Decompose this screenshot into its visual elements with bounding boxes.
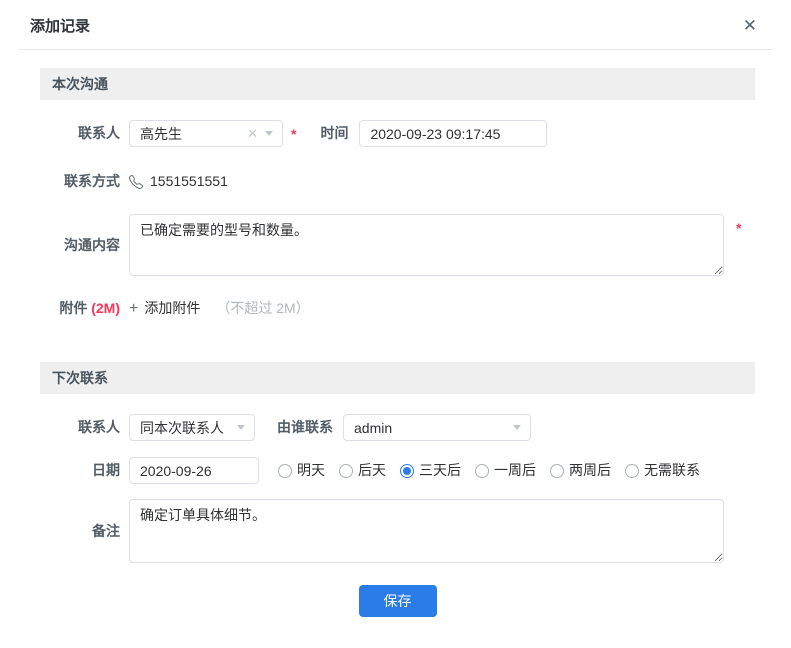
plus-icon: + — [129, 300, 139, 317]
add-attachment-label: 添加附件 — [144, 300, 201, 316]
radio-label: 三天后 — [419, 462, 461, 478]
add-attachment-button[interactable]: + 添加附件 — [129, 295, 200, 322]
row-communication-content: 沟通内容 已确定需要的型号和数量。 * — [40, 214, 755, 276]
date-input[interactable] — [129, 457, 259, 484]
attachment-label-text: 附件 — [59, 300, 88, 316]
next-contact-label: 联系人 — [78, 419, 120, 435]
radio-label: 两周后 — [569, 462, 611, 478]
row-contact-time: 联系人 高先生 ✕ * 时间 — [40, 120, 755, 149]
section-header-next-contact: 下次联系 — [40, 362, 755, 394]
attachment-label: 附件 (2M) — [40, 295, 120, 322]
save-button[interactable]: 保存 — [358, 585, 437, 617]
row-note: 备注 确定订单具体细节。 — [40, 499, 755, 563]
chevron-down-icon — [513, 425, 521, 430]
time-input[interactable] — [359, 120, 548, 147]
radio-label: 明天 — [297, 462, 325, 478]
contact-select[interactable]: 高先生 ✕ — [129, 120, 283, 147]
contact-select-value: 高先生 — [140, 125, 182, 142]
row-phone: 联系方式 1551551551 — [40, 168, 755, 195]
add-record-dialog: 添加记录 ✕ 本次沟通 联系人 高先生 ✕ * 时间 联系方式 15515515… — [0, 0, 791, 617]
section-header-current-communication: 本次沟通 — [40, 68, 755, 100]
date-label: 日期 — [92, 462, 120, 478]
dialog-header: 添加记录 ✕ — [18, 0, 773, 50]
radio-label: 无需联系 — [644, 462, 700, 478]
time-label: 时间 — [320, 125, 349, 141]
row-date: 日期 明天 后天 三天后 一周后 — [40, 457, 755, 484]
radio-icon — [400, 463, 414, 478]
radio-icon — [339, 463, 353, 478]
required-asterisk: * — [291, 126, 297, 142]
assignee-select-value: admin — [354, 419, 393, 436]
radio-option-day-after-tomorrow[interactable]: 后天 — [339, 457, 386, 484]
radio-icon — [625, 463, 639, 478]
phone-label: 联系方式 — [64, 173, 120, 189]
radio-label: 一周后 — [494, 462, 536, 478]
attachment-hint: （不超过 2M） — [216, 300, 310, 316]
radio-icon — [550, 463, 564, 478]
clear-icon[interactable]: ✕ — [247, 127, 258, 140]
content-label: 沟通内容 — [64, 237, 120, 253]
note-textarea[interactable]: 确定订单具体细节。 — [129, 499, 724, 563]
note-label: 备注 — [92, 523, 120, 539]
assignee-select[interactable]: admin — [343, 414, 531, 441]
phone-value-wrap: 1551551551 — [129, 168, 228, 195]
row-attachment: 附件 (2M) + 添加附件 （不超过 2M） — [40, 295, 755, 322]
radio-option-in-two-weeks[interactable]: 两周后 — [550, 457, 611, 484]
phone-icon — [129, 174, 143, 189]
chevron-down-icon — [265, 131, 273, 136]
attachment-limit: (2M) — [91, 300, 120, 316]
phone-value: 1551551551 — [150, 173, 228, 189]
next-contact-select[interactable]: 同本次联系人 — [129, 414, 255, 441]
assignee-label: 由谁联系 — [277, 419, 333, 435]
date-quick-options: 明天 后天 三天后 一周后 两周后 无需联系 — [278, 457, 700, 484]
radio-option-in-three-days[interactable]: 三天后 — [400, 457, 461, 484]
radio-option-tomorrow[interactable]: 明天 — [278, 457, 325, 484]
radio-label: 后天 — [358, 462, 386, 478]
radio-option-no-contact[interactable]: 无需联系 — [625, 457, 700, 484]
close-icon[interactable]: ✕ — [739, 15, 761, 36]
radio-icon — [475, 463, 489, 478]
dialog-body: 本次沟通 联系人 高先生 ✕ * 时间 联系方式 1551551551 — [0, 50, 791, 617]
row-next-contact: 联系人 同本次联系人 由谁联系 admin — [40, 414, 755, 441]
next-contact-select-value: 同本次联系人 — [140, 419, 224, 436]
communication-content-textarea[interactable]: 已确定需要的型号和数量。 — [129, 214, 724, 276]
chevron-down-icon — [237, 425, 245, 430]
dialog-footer: 保存 — [40, 585, 755, 617]
radio-icon — [278, 463, 292, 478]
dialog-title: 添加记录 — [30, 18, 91, 35]
radio-option-in-one-week[interactable]: 一周后 — [475, 457, 536, 484]
required-asterisk: * — [736, 220, 742, 236]
contact-label: 联系人 — [78, 125, 120, 141]
